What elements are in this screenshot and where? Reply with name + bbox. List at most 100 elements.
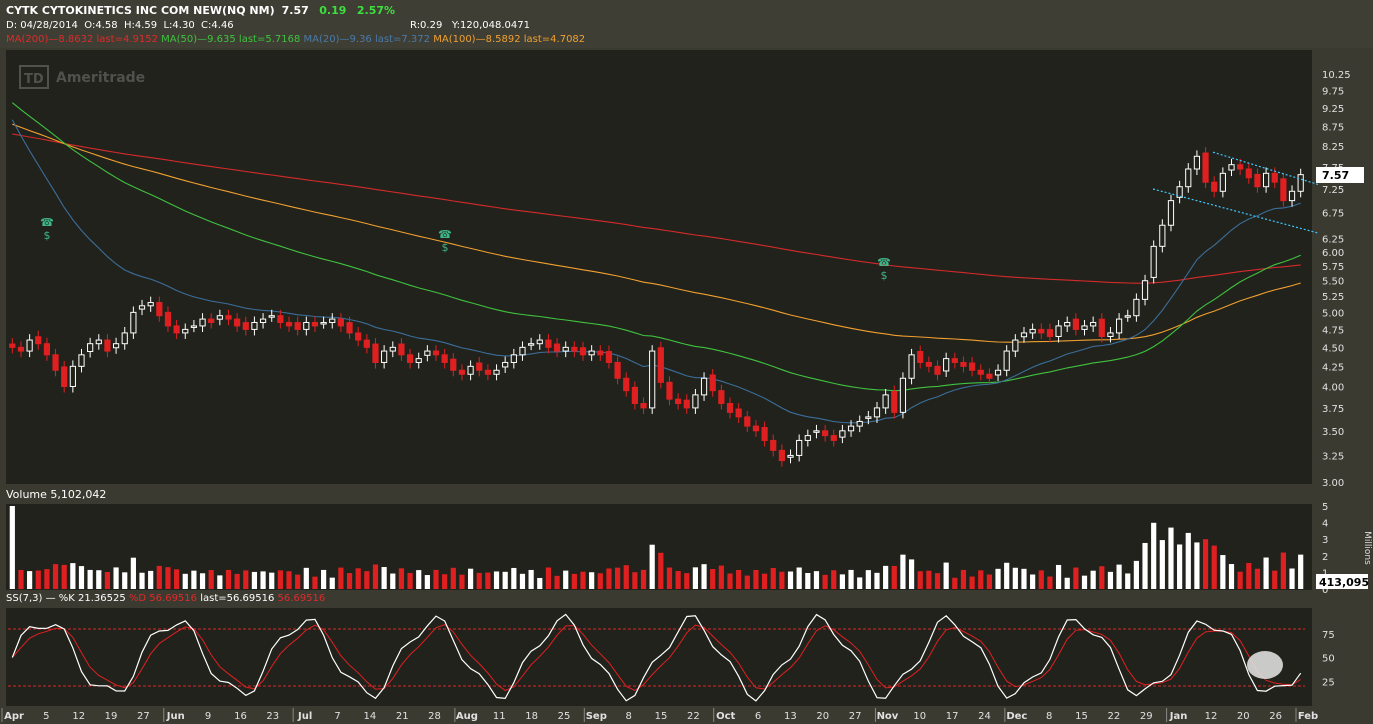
candle-body [1072,318,1079,330]
candle-body [1150,245,1157,278]
candle-body [35,336,42,345]
candle-body [899,377,907,413]
date-tick-label: 22 [687,711,700,722]
candle-body [147,302,154,307]
candle-body [813,430,820,433]
volume-bar [1055,564,1062,589]
date-tick-label: 21 [396,711,409,722]
volume-bar [35,570,41,589]
date-tick-label: Jan [1169,711,1188,722]
ss-last: last=56.69516 [200,593,275,604]
volume-bar [589,572,595,589]
price-tick-label: 5.50 [1322,277,1344,288]
stock-chart[interactable]: TD Ameritrade 10.259.759.258.758.257.757… [0,0,1373,724]
date-tick-label: 27 [849,711,862,722]
volume-bar [926,570,932,589]
candle-body [1254,173,1261,188]
candle-body [770,439,777,451]
volume-bar [1228,564,1235,589]
candle-body [398,343,405,356]
candle-body [605,351,613,363]
price-tick-label: 4.25 [1322,362,1344,373]
price-tick-label: 5.00 [1322,308,1344,319]
volume-bar [865,570,871,589]
volume-bar [113,567,119,589]
dollar-icon: $ [881,269,888,282]
date-tick-label: 23 [266,711,279,722]
ss-label: SS(7,3) [6,593,43,604]
price-tick-label: 6.25 [1322,234,1344,245]
date-tick-label: 14 [363,711,376,722]
date-tick-label: 20 [1237,711,1250,722]
date-tick-label: Oct [716,711,735,722]
candle-body [121,332,128,345]
candle-body [234,318,241,327]
candle-body [778,449,785,462]
candle-body [190,325,198,328]
price-tick-label: 5.25 [1322,292,1344,303]
candle-body [87,343,94,353]
price-pane[interactable] [6,50,1312,484]
candle-body [865,416,872,419]
date-tick-label: Jun [166,711,185,722]
volume-bar [338,567,344,589]
candle-body [406,354,414,363]
candle-body [1237,164,1244,170]
volume-bar [779,571,785,589]
date-tick-label: 22 [1108,711,1121,722]
date-tick-label: 12 [72,711,85,722]
watermark-text: Ameritrade [56,70,145,86]
candle-body [1124,315,1131,318]
volume-bar [191,570,197,589]
candle-body [424,350,431,356]
volume-bar [1246,563,1252,589]
candle-body [925,361,932,367]
price-tick-label: 3.75 [1322,404,1344,415]
date-tick-label: Jul [297,711,312,722]
volume-bar [710,569,716,589]
volume-bar [1030,574,1036,589]
volume-unit: Millions [1362,531,1372,565]
volume-bar [761,573,768,589]
volume-bar [943,562,949,589]
volume-bar [269,572,275,589]
candle-body [476,362,483,371]
volume-bar [70,563,76,589]
date-tick-label: 24 [978,711,991,722]
date-tick-label: 9 [205,711,211,722]
date-tick-label: 28 [428,711,441,722]
candle-body [994,369,1002,376]
candle-body [787,454,794,458]
candle-body [467,365,474,375]
volume-bar [528,569,534,589]
date-tick-label: 7 [334,711,340,722]
volume-bar [1064,577,1070,589]
volume-bar [295,574,301,589]
candle-body [1064,321,1071,327]
volume-bar [537,577,543,589]
candle-body [796,439,803,456]
candle-body [1046,329,1054,337]
candle-body [441,354,448,363]
candle-body [675,398,682,405]
volume-bar [1237,571,1243,589]
volume-bar [1168,527,1174,589]
candle-body [164,311,172,327]
date-tick-label: Apr [4,711,24,722]
candle-body [372,343,379,363]
candle-body [553,343,561,352]
candle-body [1012,339,1019,352]
candle-body [735,408,742,418]
candle-body [761,427,768,441]
candle-body [1245,168,1252,179]
date-tick-label: 8 [625,711,631,722]
date-tick-label: 12 [1205,711,1218,722]
volume-bar [286,571,292,589]
volume-bar [277,570,283,589]
price-tick-label: 5.75 [1322,262,1344,273]
volume-bar [1177,544,1183,589]
candle-body [9,343,16,348]
candle-body [1020,332,1028,338]
volume-bar [839,574,846,589]
candle-body [1262,172,1270,188]
